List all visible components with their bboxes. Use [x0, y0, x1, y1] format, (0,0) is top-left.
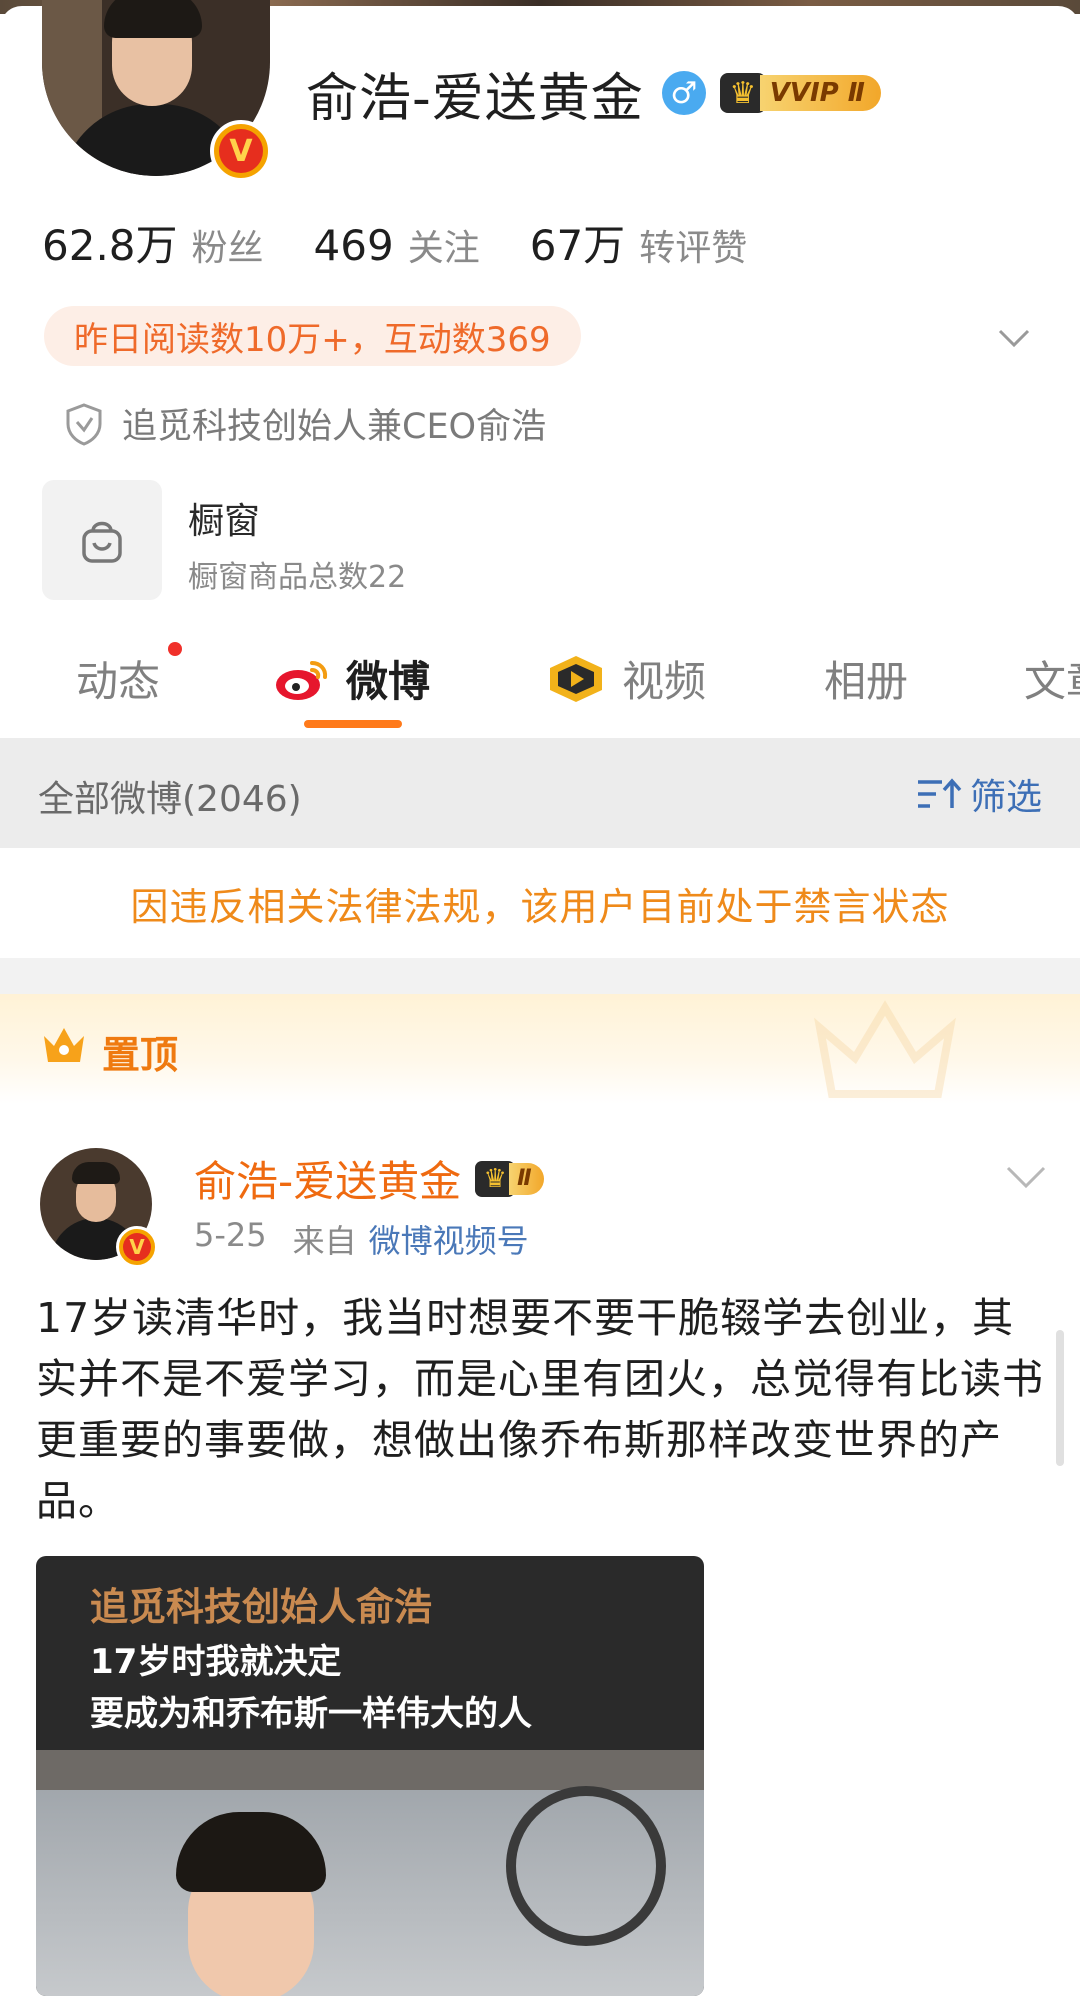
stat-following[interactable]: 469 关注	[314, 219, 480, 271]
pinned-label: 置顶	[102, 1033, 179, 1077]
shield-icon	[66, 402, 102, 446]
chevron-down-icon[interactable]	[1004, 1162, 1048, 1192]
post-author-row: 俞浩-爱送黄金 ♛ Ⅱ	[194, 1148, 544, 1209]
video-caption-line-1: 17岁时我就决定	[90, 1642, 342, 1682]
video-icon	[550, 655, 602, 702]
verified-badge-icon: V	[210, 120, 272, 182]
ban-notice: 因违反相关法律法规，该用户目前处于禁言状态	[0, 848, 1080, 958]
profile-stats: 62.8万 粉丝 469 关注 67万 转评赞	[42, 212, 797, 273]
post-text[interactable]: 17岁读清华时，我当时想要不要干脆辍学去创业，其实并不是不爱学习，而是心里有团火…	[36, 1288, 1046, 1532]
stat-interactions[interactable]: 67万 转评赞	[530, 212, 747, 273]
video-caption-line-2: 要成为和乔布斯一样伟大的人	[90, 1694, 532, 1734]
tab-album[interactable]: 相册	[824, 648, 908, 709]
verification-row: 追觅科技创始人兼CEO俞浩	[64, 398, 546, 449]
section-divider	[0, 958, 1080, 994]
crown-icon	[44, 1028, 84, 1062]
filter-button[interactable]: 筛选	[916, 768, 1042, 820]
verified-badge-icon: V	[116, 1226, 158, 1268]
chevron-down-icon[interactable]	[996, 320, 1032, 356]
filter-icon	[918, 778, 962, 808]
vip-crown-icon: ♛	[719, 73, 766, 113]
profile-name: 俞浩-爱送黄金	[306, 68, 644, 129]
active-tab-indicator	[304, 720, 402, 728]
vip-badge[interactable]: ♛ VVIP Ⅱ	[719, 71, 881, 115]
tab-dynamic[interactable]: 动态	[76, 648, 160, 709]
tab-articles[interactable]: 文章	[1024, 648, 1080, 709]
post-date: 5-25	[194, 1216, 267, 1254]
tab-weibo[interactable]: 微博	[272, 648, 430, 709]
shop-showcase-button[interactable]	[42, 480, 162, 600]
notification-dot	[168, 642, 182, 656]
gender-male-icon: ♂	[661, 71, 706, 115]
pinned-post: V 俞浩-爱送黄金 ♛ Ⅱ 5-25 来自 微博视频号 17岁读清华时，我当时想…	[0, 1104, 1080, 1996]
post-meta: 5-25 来自 微博视频号	[194, 1216, 529, 1262]
read-stats-pill[interactable]: 昨日阅读数10万+，互动数369	[44, 306, 581, 366]
tab-video[interactable]: 视频	[546, 648, 706, 709]
shopping-bag-icon	[82, 521, 122, 563]
decorative-crown-icon	[814, 1000, 956, 1098]
profile-tabs: 动态 微博 视频 相册 文章	[0, 628, 1080, 736]
scrollbar[interactable]	[1056, 1330, 1064, 1466]
video-caption-title: 追觅科技创始人俞浩	[90, 1585, 433, 1629]
all-posts-count[interactable]: 全部微博(2046)	[38, 770, 302, 822]
shop-subtitle: 橱窗商品总数22	[188, 560, 407, 595]
video-thumbnail[interactable]: 追觅科技创始人俞浩 17岁时我就决定 要成为和乔布斯一样伟大的人	[36, 1556, 704, 1996]
stat-followers[interactable]: 62.8万 粉丝	[42, 212, 264, 273]
shop-title[interactable]: 橱窗	[188, 492, 260, 544]
profile-name-row: 俞浩-爱送黄金 ♂ ♛ VVIP Ⅱ	[306, 58, 881, 129]
profile-card: V 俞浩-爱送黄金 ♂ ♛ VVIP Ⅱ 62.8万 粉丝 469 关注 67万 转评…	[0, 0, 1080, 736]
post-author-name[interactable]: 俞浩-爱送黄金	[194, 1148, 461, 1209]
verification-text: 追觅科技创始人兼CEO俞浩	[122, 407, 547, 447]
vip-badge[interactable]: ♛ Ⅱ	[475, 1160, 544, 1197]
post-from-label: 来自	[292, 1222, 357, 1260]
pinned-header: 置顶	[0, 994, 1080, 1104]
weibo-logo-icon	[276, 660, 328, 700]
filter-bar: 全部微博(2046) 筛选	[0, 738, 1080, 848]
post-source-link[interactable]: 微博视频号	[369, 1216, 529, 1262]
